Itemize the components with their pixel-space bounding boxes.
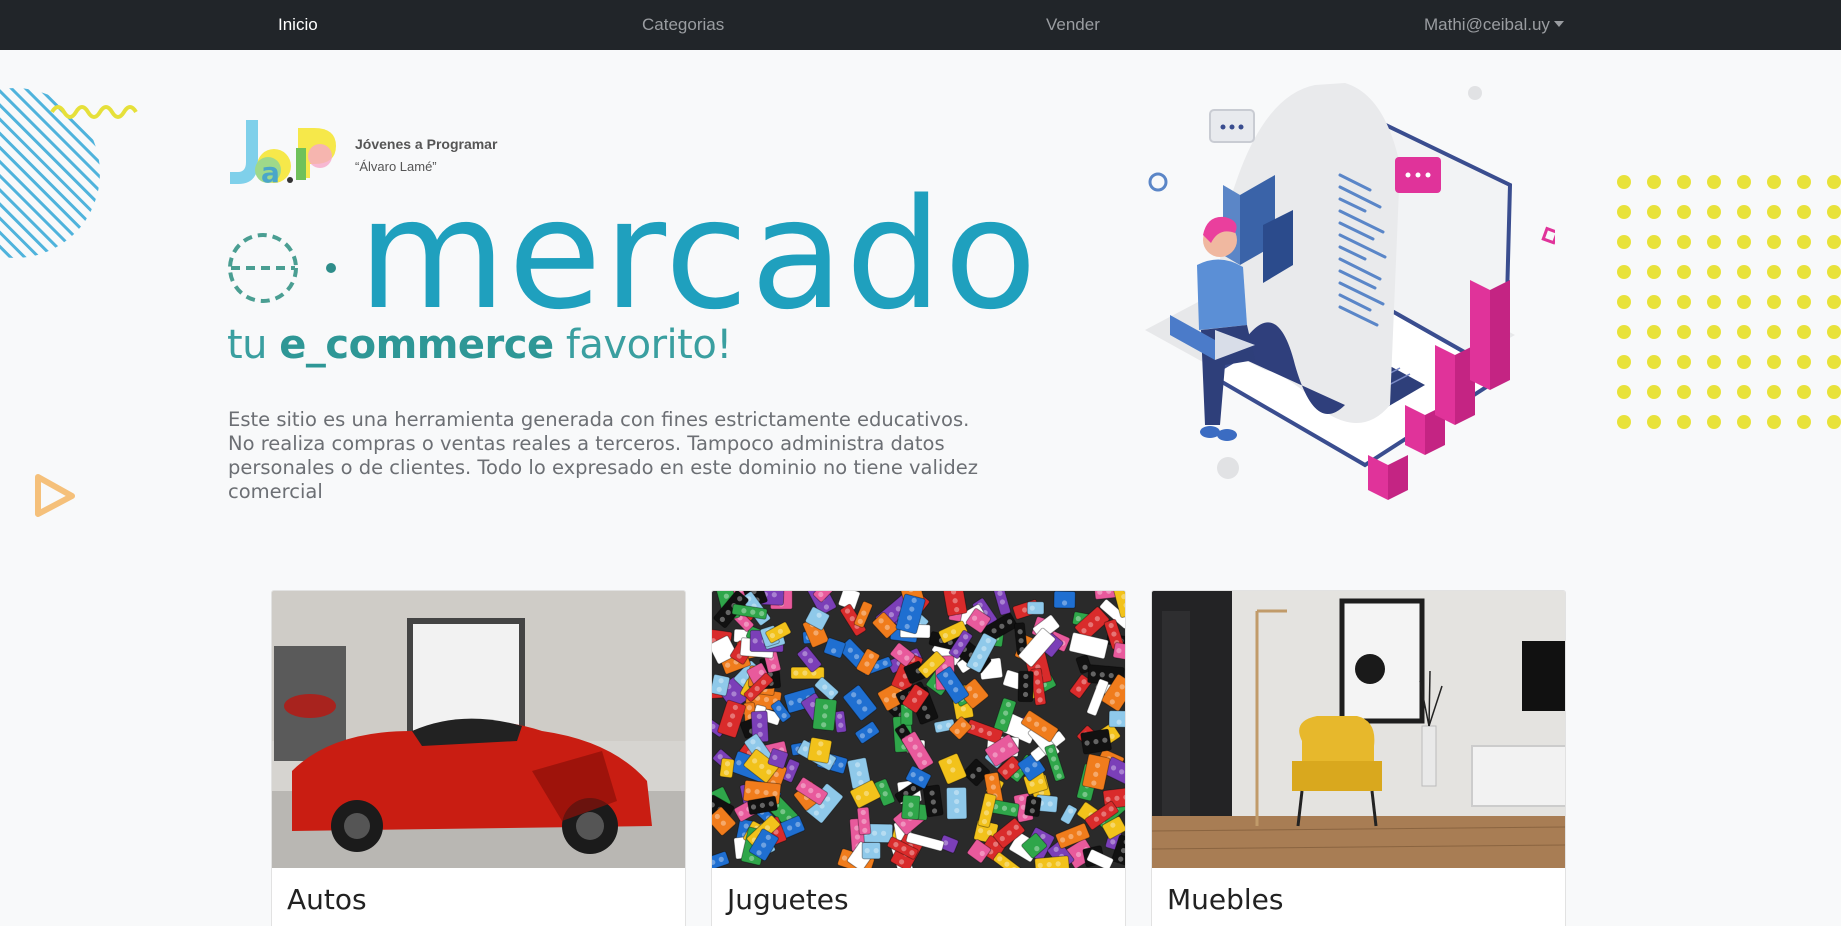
nav-sell-link[interactable]: Vender [1046,0,1100,50]
tagline: tu e_commerce favorito! [227,322,732,368]
developer-illustration [1145,83,1555,500]
user-menu-dropdown[interactable]: Mathi@ceibal.uy [1424,0,1564,50]
orange-triangle-decoration [35,474,75,517]
org-name: Jóvenes a Programar [355,136,498,152]
card-image-car [272,591,685,868]
jap-logo: a [230,120,336,188]
card-image-lego [712,591,1125,868]
nav-categories-link[interactable]: Categorias [642,0,724,50]
caret-down-icon [1553,21,1564,27]
brand-title: mercado [358,166,1039,343]
category-card-autos[interactable]: Autos [271,590,686,926]
svg-text:a: a [261,156,280,188]
card-image-armchair [1152,591,1565,868]
card-title-autos: Autos [287,883,367,916]
striped-circle-decoration [0,88,100,258]
top-navbar: Inicio Categorias Vender Mathi@ceibal.uy [0,0,1841,50]
nav-home-link[interactable]: Inicio [278,0,318,50]
yellow-zigzag-decoration [50,105,138,119]
e-mark-icon [228,233,336,303]
category-card-juguetes[interactable]: Juguetes [711,590,1126,926]
site-disclaimer: Este sitio es una herramienta generada c… [228,408,978,503]
yellow-dots-decoration [1617,175,1841,429]
card-title-muebles: Muebles [1167,883,1284,916]
card-title-juguetes: Juguetes [727,883,849,916]
user-email: Mathi@ceibal.uy [1424,15,1550,34]
category-card-muebles[interactable]: Muebles [1151,590,1566,926]
